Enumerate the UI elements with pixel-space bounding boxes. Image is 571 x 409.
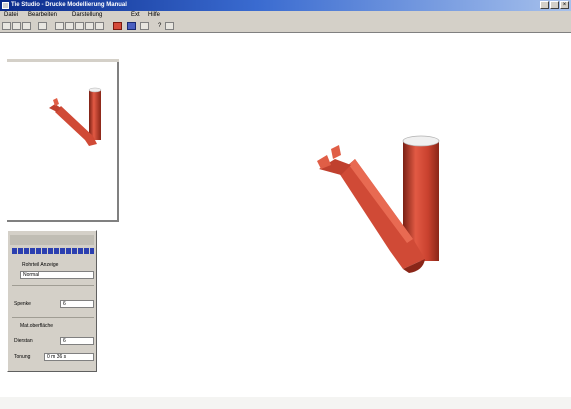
field-value-3[interactable]: 0 m 36 s xyxy=(44,353,94,361)
menu-extra[interactable]: Ext xyxy=(131,12,140,19)
title-bar: Tie Studio - Drucke Modellierung Manual … xyxy=(0,0,571,11)
pan-icon[interactable] xyxy=(85,22,94,30)
menu-file[interactable]: Datei xyxy=(4,12,18,19)
field-label-1: Spenke xyxy=(14,301,31,307)
material-icon[interactable] xyxy=(127,22,136,30)
section-label-display: Rohrteil Anzeige xyxy=(22,262,59,268)
display-mode-select[interactable]: Normal xyxy=(20,271,94,279)
new-icon[interactable] xyxy=(2,22,11,30)
maximize-button[interactable] xyxy=(550,1,559,9)
field-label-2: Dierstan xyxy=(14,338,33,344)
open-icon[interactable] xyxy=(12,22,21,30)
thumbnail-title-bar xyxy=(7,59,119,62)
menu-help[interactable]: Hilfe xyxy=(148,12,160,19)
field-label-3: Tonung xyxy=(14,354,31,360)
control-panel-header xyxy=(10,235,94,245)
rotate-icon[interactable] xyxy=(55,22,64,30)
grid-icon[interactable] xyxy=(140,22,149,30)
control-panel: Rohrteil Anzeige Normal Spenke 6 Mat.obe… xyxy=(7,230,97,372)
window-title: Tie Studio - Drucke Modellierung Manual xyxy=(11,2,127,8)
context-help-icon[interactable] xyxy=(165,22,174,30)
thumbnail-view[interactable] xyxy=(7,59,119,222)
zoom-out-icon[interactable] xyxy=(75,22,84,30)
minimize-button[interactable] xyxy=(540,1,549,9)
divider xyxy=(12,285,94,286)
field-value-1[interactable]: 6 xyxy=(60,300,94,308)
save-icon[interactable] xyxy=(22,22,31,30)
pipe-model-3d xyxy=(317,135,440,273)
menu-view[interactable]: Darstellung xyxy=(72,12,102,19)
app-icon xyxy=(2,2,9,9)
toolbar: ? xyxy=(0,20,571,33)
field-value-2[interactable]: 6 xyxy=(60,337,94,345)
progress-bar xyxy=(12,248,94,254)
close-button[interactable]: × xyxy=(560,1,569,9)
zoom-in-icon[interactable] xyxy=(65,22,74,30)
help-button[interactable]: ? xyxy=(158,22,161,30)
pipe-thumbnail xyxy=(49,87,102,146)
menu-edit[interactable]: Bearbeiten xyxy=(28,12,57,19)
status-bar xyxy=(0,397,571,409)
render-icon[interactable] xyxy=(113,22,122,30)
fit-icon[interactable] xyxy=(95,22,104,30)
menu-bar: Datei Bearbeiten Darstellung Ext Hilfe xyxy=(0,11,571,20)
section-label-surface: Mat.oberfläche xyxy=(20,323,54,329)
divider xyxy=(12,317,94,318)
print-icon[interactable] xyxy=(38,22,47,30)
